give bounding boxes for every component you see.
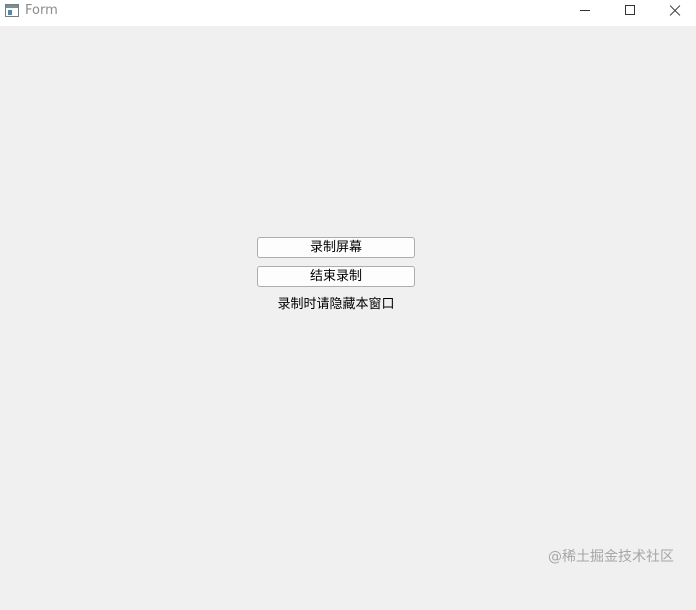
window-icon-title-strip <box>6 5 18 8</box>
hide-window-hint: 录制时请隐藏本窗口 <box>277 297 395 312</box>
maximize-icon <box>625 5 635 15</box>
close-icon <box>669 4 681 16</box>
window-icon <box>5 4 19 17</box>
minimize-button[interactable] <box>562 0 608 26</box>
form-client-area: 录制屏幕 结束录制 录制时请隐藏本窗口 <box>0 26 696 610</box>
maximize-button[interactable] <box>607 0 653 26</box>
window-title: Form <box>25 3 58 18</box>
record-screen-button[interactable]: 录制屏幕 <box>257 237 415 258</box>
source-watermark: @稀土掘金技术社区 <box>548 549 674 565</box>
minimize-icon <box>580 10 590 11</box>
application-window: Form 录制屏幕 结束录制 录制时请隐藏本窗口 @稀土掘金技术社区 <box>0 0 696 610</box>
title-bar[interactable]: Form <box>0 0 696 26</box>
stop-recording-button[interactable]: 结束录制 <box>257 266 415 287</box>
window-icon-pane <box>8 10 12 15</box>
close-button[interactable] <box>652 0 696 26</box>
